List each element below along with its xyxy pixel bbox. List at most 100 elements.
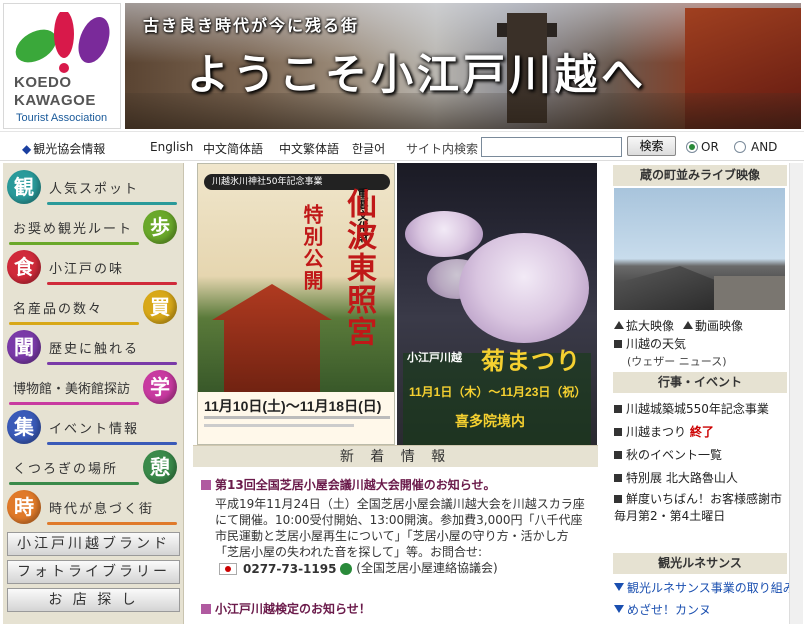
- search-input[interactable]: [481, 137, 622, 157]
- logo-line1: KOEDO: [14, 74, 72, 91]
- event-link-castle-550[interactable]: 川越城築城550年記念事業: [614, 400, 769, 417]
- menu-char-icon: 買: [143, 290, 177, 324]
- square-bullet-icon: [614, 451, 622, 459]
- menu-item-events[interactable]: 集 イベント情報: [3, 407, 184, 447]
- renaissance-heading: 観光ルネサンス: [613, 553, 787, 574]
- phone-number[interactable]: 0277-73-1195: [243, 562, 336, 576]
- menu-char-icon: 学: [143, 370, 177, 404]
- live-camera-heading: 蔵の町並みライブ映像: [613, 165, 787, 186]
- banner-catchphrase: 古き良き時代が今に残る街: [143, 16, 360, 35]
- radio-or[interactable]: [686, 141, 698, 153]
- event-link-thanksgiving-market[interactable]: 鮮度いちばん！お客様感謝市 毎月第2・第4土曜日: [614, 491, 788, 525]
- menu-item-local-food[interactable]: 食 小江戸の味: [3, 247, 184, 287]
- poster-title: 菊まつり: [481, 346, 581, 375]
- renaissance-link-cannes[interactable]: めざせ！カンヌ: [614, 601, 711, 618]
- menu-item-recommended-routes[interactable]: 歩 お奨め観光ルート: [3, 207, 184, 247]
- renaissance-link-initiatives[interactable]: 観光ルネサンス事業の取り組み: [614, 579, 795, 596]
- right-column: 蔵の町並みライブ映像 拡大映像 動画映像 川越の天気 (ウェザー ニュース) 行…: [611, 163, 795, 624]
- triangle-up-icon: [614, 321, 624, 329]
- menu-label: 小江戸の味: [49, 262, 125, 277]
- diamond-icon: ◆: [22, 142, 32, 156]
- poster-subtitle: 特別公開: [300, 204, 324, 292]
- menu-item-popular-spots[interactable]: 観 人気スポット: [3, 167, 184, 207]
- phone-contact: 0277-73-1195: [215, 561, 353, 577]
- menu-item-relaxing-places[interactable]: 憩 くつろぎの場所: [3, 447, 184, 487]
- menu-label: 博物館・美術館探訪: [13, 382, 131, 397]
- nav-chinese-simplified[interactable]: 中文简体語: [203, 140, 263, 157]
- search-button[interactable]: 検索: [627, 136, 676, 156]
- triangle-down-icon: [614, 583, 624, 591]
- menu-label: イベント情報: [49, 422, 140, 437]
- menu-label: 時代が息づく街: [49, 502, 155, 517]
- menu-item-specialties[interactable]: 買 名産品の数々: [3, 287, 184, 327]
- nav-english[interactable]: English: [150, 140, 193, 154]
- poster-dates: 11月10日(土)〜11月18日(日): [204, 398, 382, 414]
- event-link-special-exhibition[interactable]: 特別展 北大路魯山人: [614, 469, 738, 486]
- square-bullet-icon: [614, 428, 622, 436]
- photo-library-button[interactable]: フォトライブラリー: [7, 560, 180, 584]
- menu-label: くつろぎの場所: [13, 462, 119, 477]
- news-item-title[interactable]: 小江戸川越検定のお知らせ！: [201, 600, 371, 617]
- header-banner: 古き良き時代が今に残る街 ようこそ小江戸川越へ: [125, 3, 801, 129]
- poster-small-label: 小江戸川越: [407, 352, 462, 364]
- square-bullet-icon: [614, 405, 622, 413]
- menu-label: 人気スポット: [49, 182, 140, 197]
- menu-item-museums[interactable]: 学 博物館・美術館探訪: [3, 367, 184, 407]
- menu-char-icon: 集: [7, 410, 41, 444]
- menu-label: お奨め観光ルート: [13, 222, 134, 237]
- news-item-body: 平成19年11月24日（土）全国芝居小屋会議川越大会を川越スカラ座にて開催。10…: [215, 497, 585, 577]
- nav-chinese-traditional[interactable]: 中文繁体語: [279, 140, 339, 157]
- poster-title: 仙波東照宮: [341, 188, 376, 348]
- chrysanthemum-image: [459, 233, 589, 343]
- nav-association-info[interactable]: ◆ 観光協会情報: [22, 140, 105, 157]
- poster-venue: 喜多院境内: [455, 413, 525, 429]
- events-heading: 行事・イベント: [613, 372, 787, 393]
- square-bullet-icon: [614, 495, 622, 503]
- poster-dates: 11月1日（木）〜11月23日（祝）: [409, 385, 587, 399]
- radio-or-label: OR: [701, 140, 719, 154]
- live-camera-image[interactable]: [614, 188, 785, 310]
- square-bullet-icon: [201, 480, 211, 490]
- news-item-title[interactable]: 第13回全国芝居小屋会議川越大会開催のお知らせ。: [201, 476, 495, 493]
- shrine-illustration: [212, 284, 332, 404]
- menu-item-history[interactable]: 聞 歴史に触れる: [3, 327, 184, 367]
- weather-link[interactable]: 川越の天気: [614, 335, 686, 352]
- ended-badge: 終了: [689, 425, 714, 439]
- menu-char-icon: 観: [7, 170, 41, 204]
- poster-chrysanthemum-festival[interactable]: 小江戸川越 菊まつり 11月1日（木）〜11月23日（祝） 喜多院境内: [397, 163, 597, 445]
- left-menu: 観 人気スポット 歩 お奨め観光ルート 食 小江戸の味 買 名産品の数々 聞 歴…: [3, 163, 184, 624]
- news-heading: 新 着 情 報: [193, 445, 598, 467]
- vertical-scrollbar[interactable]: [789, 163, 803, 624]
- phone-icon: [340, 562, 353, 575]
- search-label: サイト内検索: [406, 142, 479, 156]
- logo-mark-icon: [15, 12, 110, 73]
- triangle-down-icon: [614, 605, 624, 613]
- triangle-up-icon: [683, 321, 693, 329]
- menu-char-icon: 憩: [143, 450, 177, 484]
- banner-title: ようこそ小江戸川越へ: [187, 50, 648, 99]
- menu-char-icon: 時: [7, 490, 41, 524]
- logo[interactable]: KOEDO KAWAGOE Tourist Association: [3, 3, 121, 129]
- radio-and-label: AND: [751, 140, 778, 154]
- event-link-autumn-events[interactable]: 秋のイベント一覧: [614, 446, 722, 463]
- nav-korean[interactable]: 한글어: [352, 140, 385, 157]
- radio-and[interactable]: [734, 141, 746, 153]
- menu-item-living-history-town[interactable]: 時 時代が息づく街: [3, 487, 184, 527]
- square-bullet-icon: [614, 340, 622, 348]
- enlarge-video-link[interactable]: 拡大映像: [614, 317, 674, 334]
- header: KOEDO KAWAGOE Tourist Association 古き良き時代…: [0, 0, 804, 131]
- chrysanthemum-image: [405, 211, 483, 257]
- weather-source: (ウェザー ニュース): [627, 355, 727, 368]
- news-section: 第13回全国芝居小屋会議川越大会開催のお知らせ。 平成19年11月24日（土）全…: [193, 468, 598, 624]
- motion-video-link[interactable]: 動画映像: [683, 317, 743, 334]
- menu-label: 名産品の数々: [13, 302, 104, 317]
- event-link-kawagoe-festival[interactable]: 川越まつり 終了: [614, 423, 714, 440]
- menu-char-icon: 歩: [143, 210, 177, 244]
- logo-line2: KAWAGOE: [14, 92, 96, 109]
- shop-search-button[interactable]: お 店 探 し: [7, 588, 180, 612]
- poster-toshogu[interactable]: 川越氷川神社50年記念事業 重要文化財 仙波東照宮 特別公開 11月10日(土)…: [197, 163, 395, 445]
- brand-button[interactable]: 小江戸川越ブランド: [7, 532, 180, 556]
- contact-organization: (全国芝居小屋連絡協議会): [356, 561, 498, 575]
- menu-label: 歴史に触れる: [49, 342, 140, 357]
- top-nav: ◆ 観光協会情報 English 中文简体語 中文繁体語 한글어 サイト内検索 検…: [0, 131, 804, 161]
